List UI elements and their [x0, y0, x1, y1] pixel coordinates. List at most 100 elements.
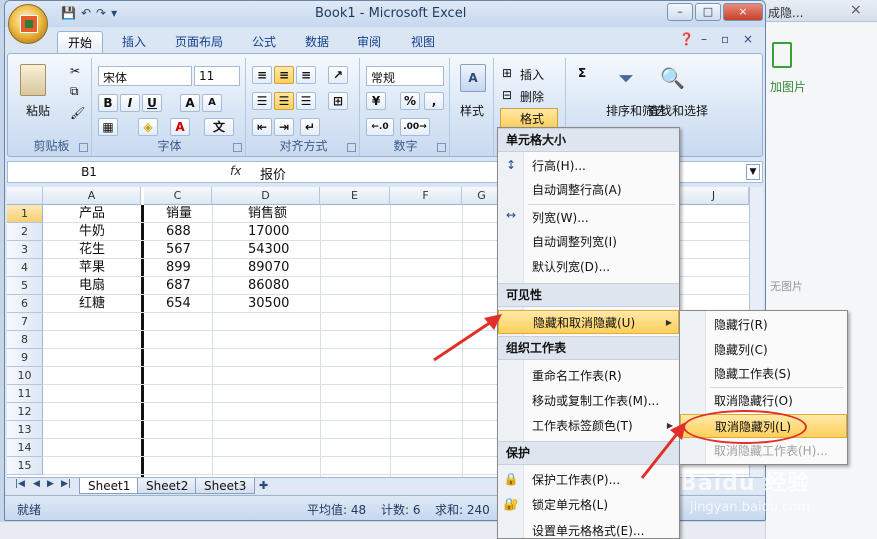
table-cell[interactable]: 销量: [164, 205, 192, 223]
close-button[interactable]: ×: [723, 3, 763, 21]
row-header[interactable]: 11: [7, 385, 43, 403]
table-cell[interactable]: 899: [164, 259, 191, 277]
row-header[interactable]: 6: [7, 295, 43, 313]
row-header[interactable]: 8: [7, 331, 43, 349]
formula-input[interactable]: 报价: [260, 164, 286, 183]
menu-column-width[interactable]: 列宽(W)...: [498, 206, 679, 230]
tab-review[interactable]: 审阅: [347, 31, 391, 54]
styles-button[interactable]: 样式: [460, 102, 484, 119]
menu-lock-cell[interactable]: 锁定单元格(L): [498, 493, 679, 517]
paste-button[interactable]: 粘贴: [26, 102, 50, 119]
row-header[interactable]: 7: [7, 313, 43, 331]
office-button[interactable]: [8, 4, 48, 44]
align-right-icon[interactable]: ☰: [296, 92, 316, 110]
next-sheet-icon[interactable]: ▶: [47, 479, 54, 489]
tab-formulas[interactable]: 公式: [242, 31, 286, 54]
underline-button[interactable]: U: [142, 94, 162, 112]
prev-sheet-icon[interactable]: ◀: [33, 479, 40, 489]
insert-sheet-icon[interactable]: ✚: [259, 479, 268, 492]
select-all-corner[interactable]: [7, 187, 43, 205]
ribbon-restore-icon[interactable]: ▫: [721, 32, 729, 46]
menu-move-copy-sheet[interactable]: 移动或复制工作表(M)...: [498, 389, 679, 413]
row-header[interactable]: 4: [7, 259, 43, 277]
table-cell[interactable]: 红糖: [77, 295, 105, 313]
bold-button[interactable]: B: [98, 94, 118, 112]
table-cell[interactable]: 产品: [77, 205, 105, 223]
row-header[interactable]: 3: [7, 241, 43, 259]
font-color-button[interactable]: A: [170, 118, 190, 136]
column-header-g[interactable]: G: [462, 187, 502, 205]
table-cell[interactable]: 687: [164, 277, 191, 295]
italic-button[interactable]: I: [120, 94, 140, 112]
name-box[interactable]: B1: [14, 165, 164, 181]
table-cell[interactable]: 54300: [246, 241, 289, 259]
table-cell[interactable]: 苹果: [77, 259, 105, 277]
align-middle-icon[interactable]: ≡: [274, 66, 294, 84]
menu-default-width[interactable]: 默认列宽(D)...: [498, 255, 679, 279]
font-launcher[interactable]: [233, 143, 242, 152]
menu-format-cells[interactable]: 设置单元格格式(E)...: [498, 519, 679, 539]
sort-filter-icon[interactable]: ⏷: [618, 66, 634, 90]
sheet-tab-1[interactable]: Sheet1: [79, 478, 140, 494]
insert-function-icon[interactable]: fx: [230, 164, 241, 178]
format-painter-icon[interactable]: 🖌: [70, 106, 85, 120]
find-select-button[interactable]: 查找和选择: [648, 102, 708, 119]
increase-indent-icon[interactable]: ⇥: [274, 118, 294, 136]
font-name-select[interactable]: 宋体: [98, 66, 192, 86]
phonetic-button[interactable]: 文: [204, 118, 234, 136]
currency-icon[interactable]: ¥: [366, 92, 386, 110]
hidden-column-marker[interactable]: [141, 205, 144, 477]
table-cell[interactable]: 688: [164, 223, 191, 241]
chevron-down-icon[interactable]: ▼: [746, 164, 760, 180]
wrap-text-icon[interactable]: ↵: [300, 118, 320, 136]
last-sheet-icon[interactable]: ▶|: [61, 479, 71, 489]
tab-insert[interactable]: 插入: [112, 31, 156, 54]
cut-icon[interactable]: ✂: [70, 64, 80, 78]
ribbon-minimize-icon[interactable]: –: [701, 32, 707, 46]
menu-row-height[interactable]: 行高(H)...: [498, 154, 679, 178]
font-size-select[interactable]: 11: [194, 66, 240, 86]
row-header[interactable]: 10: [7, 367, 43, 385]
table-cell[interactable]: 86080: [246, 277, 289, 295]
delete-cells-icon[interactable]: ⊟: [502, 88, 512, 102]
first-sheet-icon[interactable]: |◀: [15, 479, 25, 489]
minimize-button[interactable]: –: [667, 3, 693, 21]
styles-icon[interactable]: A: [460, 64, 486, 92]
menu-autofit-column[interactable]: 自动调整列宽(I): [498, 230, 679, 254]
copy-icon[interactable]: ⧉: [70, 84, 79, 99]
table-cell[interactable]: 销售额: [246, 205, 287, 223]
decrease-indent-icon[interactable]: ⇤: [252, 118, 272, 136]
table-cell[interactable]: 电扇: [77, 277, 105, 295]
format-cells-button[interactable]: 格式: [520, 110, 544, 127]
table-cell[interactable]: 花生: [77, 241, 105, 259]
table-cell[interactable]: 89070: [246, 259, 289, 277]
row-header[interactable]: 5: [7, 277, 43, 295]
add-image-link[interactable]: 加图片: [770, 78, 806, 95]
insert-cells-button[interactable]: 插入: [520, 66, 544, 83]
row-header[interactable]: 2: [7, 223, 43, 241]
submenu-hide-rows[interactable]: 隐藏行(R): [680, 313, 847, 337]
ribbon-close-icon[interactable]: ×: [743, 32, 753, 46]
number-launcher[interactable]: [437, 143, 446, 152]
delete-cells-button[interactable]: 删除: [520, 88, 544, 105]
sheet-tab-2[interactable]: Sheet2: [137, 478, 198, 494]
close-icon[interactable]: ×: [850, 2, 862, 18]
tab-home[interactable]: 开始: [57, 31, 104, 54]
autosum-button[interactable]: Σ: [578, 66, 586, 80]
submenu-unhide-rows[interactable]: 取消隐藏行(O): [680, 389, 847, 413]
table-cell[interactable]: 17000: [246, 223, 289, 241]
column-header-e[interactable]: E: [320, 187, 390, 205]
qat-dropdown-icon[interactable]: ▾: [111, 6, 117, 20]
add-image-icon[interactable]: [772, 42, 792, 68]
table-cell[interactable]: 30500: [246, 295, 289, 313]
column-header-f[interactable]: F: [390, 187, 462, 205]
decrease-decimal-button[interactable]: .00→: [400, 118, 430, 136]
maximize-button[interactable]: □: [695, 3, 721, 21]
help-icon[interactable]: ❓: [679, 32, 694, 46]
increase-decimal-button[interactable]: ←.0: [366, 118, 394, 136]
tab-data[interactable]: 数据: [295, 31, 339, 54]
orientation-icon[interactable]: ↗: [328, 66, 348, 84]
submenu-hide-sheet[interactable]: 隐藏工作表(S): [680, 362, 847, 386]
grow-font-button[interactable]: A: [180, 94, 200, 112]
number-format-select[interactable]: 常规: [366, 66, 444, 86]
